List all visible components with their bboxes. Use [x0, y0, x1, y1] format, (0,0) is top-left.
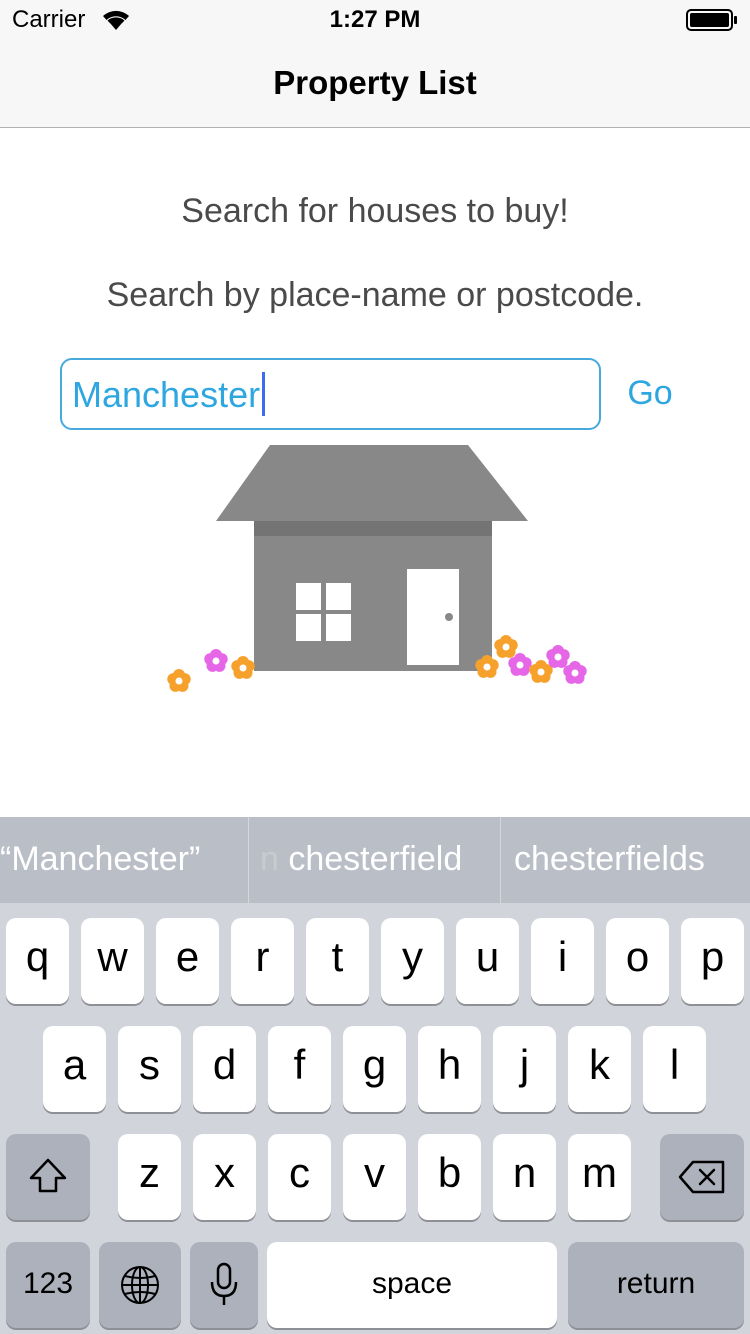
instructions-text: Search by place-name or postcode.: [106, 276, 644, 314]
flower: [167, 669, 191, 692]
search-input[interactable]: Manchester: [60, 358, 601, 430]
key-j[interactable]: j: [493, 1026, 556, 1112]
page-title: Property List: [273, 64, 477, 101]
key-g[interactable]: g: [343, 1026, 406, 1112]
house-roof: [216, 445, 528, 521]
keyboard: “Manchester” n chesterfield chesterfield…: [0, 817, 750, 1334]
delete-icon: [678, 1160, 725, 1194]
navigation-bar: Property List: [0, 40, 750, 128]
suggestion-chesterfields[interactable]: chesterfields: [514, 817, 750, 903]
status-bar: Carrier 1:27 PM: [0, 0, 750, 40]
shift-key[interactable]: [6, 1134, 90, 1220]
suggestion-bar: “Manchester” n chesterfield chesterfield…: [0, 817, 750, 903]
door-knob: [445, 613, 453, 621]
key-z[interactable]: z: [118, 1134, 181, 1220]
globe-icon: [121, 1266, 159, 1304]
status-time: 1:27 PM: [329, 6, 421, 33]
space-key[interactable]: space: [267, 1242, 557, 1328]
suggestion-prefix: n: [260, 840, 279, 878]
key-s[interactable]: s: [118, 1026, 181, 1112]
go-button[interactable]: Go: [612, 374, 688, 413]
flower: [546, 645, 570, 668]
house-eave: [254, 521, 492, 536]
key-e[interactable]: e: [156, 918, 219, 1004]
house-illustration: [167, 445, 587, 692]
shift-icon: [29, 1158, 67, 1193]
flower: [494, 635, 518, 658]
intro-text: Search for houses to buy!: [181, 192, 569, 230]
suggestion-typed[interactable]: “Manchester”: [0, 817, 248, 903]
suggestion-divider: [248, 817, 249, 903]
key-p[interactable]: p: [681, 918, 744, 1004]
globe-key[interactable]: [99, 1242, 181, 1328]
key-y[interactable]: y: [381, 918, 444, 1004]
key-r[interactable]: r: [231, 918, 294, 1004]
key-w[interactable]: w: [81, 918, 144, 1004]
flower: [231, 656, 255, 679]
key-b[interactable]: b: [418, 1134, 481, 1220]
key-h[interactable]: h: [418, 1026, 481, 1112]
return-key[interactable]: return: [568, 1242, 744, 1328]
key-o[interactable]: o: [606, 918, 669, 1004]
text-cursor: [262, 372, 265, 416]
battery-icon: [686, 9, 737, 31]
suggestion-word: chesterfield: [278, 840, 463, 878]
key-x[interactable]: x: [193, 1134, 256, 1220]
numbers-key[interactable]: 123: [6, 1242, 90, 1328]
key-f[interactable]: f: [268, 1026, 331, 1112]
key-n[interactable]: n: [493, 1134, 556, 1220]
key-t[interactable]: t: [306, 918, 369, 1004]
dictation-key[interactable]: [190, 1242, 258, 1328]
key-a[interactable]: a: [43, 1026, 106, 1112]
search-input-value: Manchester: [72, 374, 261, 415]
key-u[interactable]: u: [456, 918, 519, 1004]
key-m[interactable]: m: [568, 1134, 631, 1220]
suggestion-chesterfield[interactable]: n chesterfield: [260, 817, 500, 903]
key-v[interactable]: v: [343, 1134, 406, 1220]
key-c[interactable]: c: [268, 1134, 331, 1220]
microphone-icon: [210, 1262, 238, 1305]
delete-key[interactable]: [660, 1134, 744, 1220]
key-q[interactable]: q: [6, 918, 69, 1004]
key-l[interactable]: l: [643, 1026, 706, 1112]
key-d[interactable]: d: [193, 1026, 256, 1112]
flower: [204, 649, 228, 672]
suggestion-divider: [500, 817, 501, 903]
key-k[interactable]: k: [568, 1026, 631, 1112]
key-i[interactable]: i: [531, 918, 594, 1004]
